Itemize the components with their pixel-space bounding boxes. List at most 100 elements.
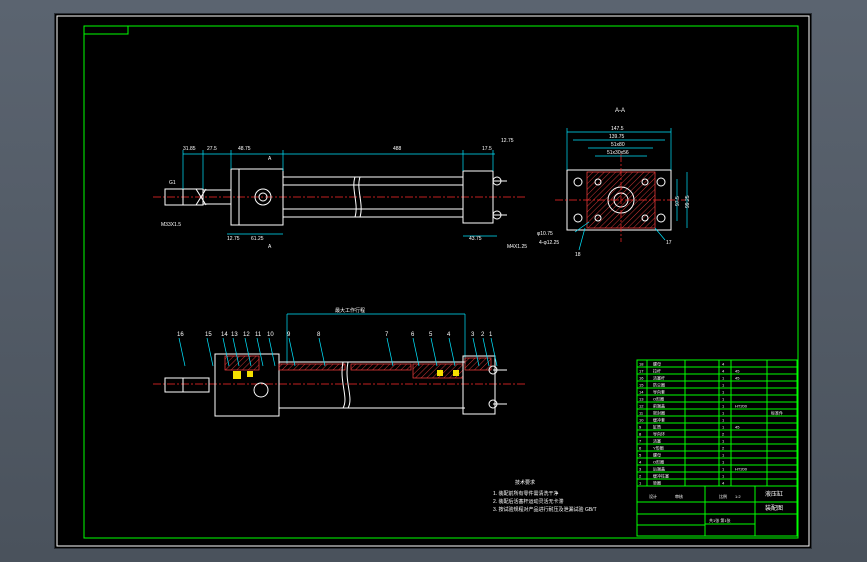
bom-cell: 1 [722,460,725,465]
bom-cell: Y形圈 [653,445,664,451]
checker-label: 审核 [675,493,683,499]
part-number-label: 2 [481,332,485,338]
bom-cell: 45 [735,376,740,381]
section-marker-a-bottom: A [268,244,272,250]
bom-cell: O形圈 [653,396,664,402]
bom-cell: 3 [639,467,642,472]
note-2: 2. 装配后活塞杆运动灵活无卡滞 [493,498,564,505]
bom-cell: 45 [735,425,740,430]
bom-cell: 4 [722,481,725,486]
bom-cell: 17 [639,369,644,374]
bom-cell: 1 [722,383,725,388]
part-leader-line [206,337,214,367]
bom-cell: 导向套 [653,389,665,395]
part-17-label: 17 [666,240,672,246]
bom-cell: 2 [639,474,642,479]
bom-table: 18 螺母 417 拉杆 4 4516 活塞杆 1 4515 防尘圈 114 导向套 113 O形圈 112… [637,361,797,487]
bom-cell: 14 [639,390,644,395]
part-number-label: 13 [231,332,238,338]
bolt-hole-2 [656,177,666,187]
dim-51x80: 51x80 [611,142,625,148]
drawing-canvas[interactable]: 31.85 27.5 48.75 488 17.5 12.75 A 12.75 … [55,14,811,548]
designer-label: 设计 [649,493,657,499]
part-number-label: 16 [177,332,184,338]
dim-17.5: 17.5 [482,146,492,152]
note-3: 3. 按试验规程对产品进行耐压及泄漏试验 GB/T [493,506,597,513]
bom-cell: 防尘圈 [653,382,665,388]
side-view[interactable]: A-A 147.5 139.75 51x80 51x30x56 97.5 99.… [537,108,691,258]
bom-cell: 13 [639,397,644,402]
title-block[interactable]: 18 螺母 417 拉杆 4 4516 活塞杆 1 4515 防尘圈 114 导向套 113 O形圈 112… [636,359,798,537]
scale-value: 1:2 [735,494,741,499]
bom-cell: 1 [722,376,725,381]
bom-cell: 螺母 [653,361,661,367]
bom-cell: 1 [722,439,725,444]
seal-yellow-3 [437,370,443,376]
corner-label-box [83,25,129,35]
bom-cell: 45 [735,369,740,374]
inner-border [83,25,799,539]
bom-cell: 1 [722,474,725,479]
part-number-label: 4 [447,332,451,338]
part-number-label: 9 [287,332,291,338]
part-number-label: 3 [471,332,475,338]
part-number-label: 1 [489,332,493,338]
bom-cell: HT200 [735,467,748,472]
dim-phi10.75: φ10.75 [537,231,553,237]
bom-cell: 缓冲柱塞 [653,473,669,479]
dim-99.25: 99.25 [685,195,691,208]
part-leader-line [490,337,498,367]
part-number-label: 15 [205,332,212,338]
dim-27.5: 27.5 [207,146,217,152]
section-rod [164,377,210,393]
bom-cell: 前端盖 [653,403,665,409]
part-number-label: 8 [317,332,321,338]
bom-cell: 缸筒 [653,424,661,430]
bom-cell: 5 [639,453,642,458]
bolt-hole-3 [573,213,583,223]
bom-cell: 4 [639,460,642,465]
part-18-label: 18 [575,252,581,258]
section-view[interactable]: 最大工作行程 16 15 14 13 12 11 10 9 8 7 6 5 4 3 2 1 [153,307,525,417]
bom-cell: 2 [722,446,725,451]
technical-notes: 技术要求 1. 装配前所有零件需清洗干净 2. 装配后活塞杆运动灵活无卡滞 3.… [493,479,597,513]
bom-cell: 密封圈 [653,410,665,416]
scale-label: 比例 [719,493,727,499]
dim-m4: M4X1.25 [507,244,527,250]
outer-border [56,15,810,547]
drawing-title: 液压缸 [765,490,783,498]
bom-cell: 1 [639,481,642,486]
dim-139.75: 139.75 [609,134,625,140]
dim-61.25: 61.25 [251,236,264,242]
bom-cell: 10 [639,418,644,423]
bom-cell: 16 [639,376,644,381]
front-view[interactable]: 31.85 27.5 48.75 488 17.5 12.75 A 12.75 … [153,138,527,250]
bom-cell: 1 [722,390,725,395]
part-leader-line [268,337,276,367]
drawing-number: 装配图 [765,504,783,512]
dim-12.75-bottom: 12.75 [227,236,240,242]
bom-cell: 1 [722,453,725,458]
bom-cell: 活塞 [653,438,661,444]
bom-cell: 9 [639,425,642,430]
bolt-hole-4 [656,213,666,223]
bom-cell: 1 [722,411,725,416]
cad-viewport[interactable]: 31.85 27.5 48.75 488 17.5 12.75 A 12.75 … [55,14,811,548]
bom-cell: 标准件 [771,410,783,416]
part-number-label: 12 [243,332,250,338]
bom-cell: 7 [639,439,642,444]
bom-cell: 螺母 [653,452,661,458]
bom-cell: 4 [722,362,725,367]
stroke-label: 最大工作行程 [335,307,365,314]
part-leader-line [178,337,186,367]
bom-cell: 11 [639,411,644,416]
dim-488: 488 [393,146,402,152]
dim-12.75-top: 12.75 [501,138,514,144]
dim-4-phi12.25: 4-φ12.25 [539,240,559,246]
dim-97.5: 97.5 [675,196,681,206]
bom-cell: 1 [722,397,725,402]
bom-cell: 1 [722,404,725,409]
part-number-label: 7 [385,332,389,338]
bom-cell: 12 [639,404,644,409]
bom-cell: 8 [639,432,642,437]
